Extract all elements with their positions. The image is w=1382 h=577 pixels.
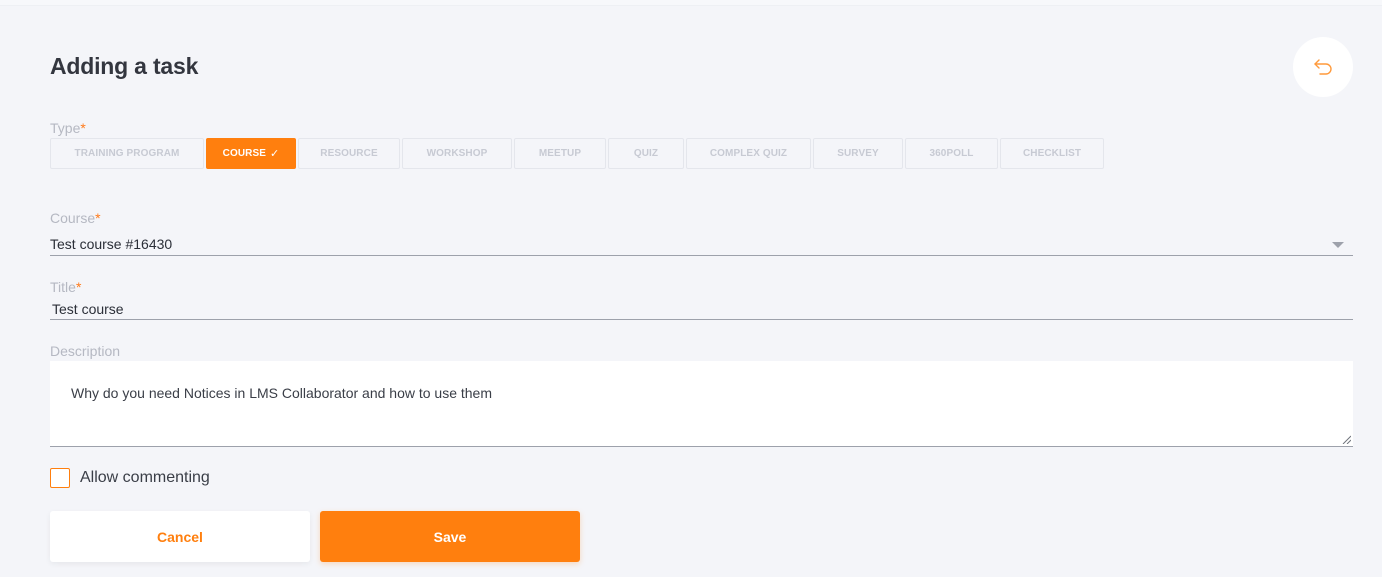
save-button[interactable]: Save — [320, 511, 580, 562]
type-option-quiz[interactable]: QUIZ — [608, 138, 684, 169]
type-label: Type* — [50, 120, 86, 136]
required-mark: * — [95, 210, 101, 226]
type-option-workshop[interactable]: WORKSHOP — [402, 138, 512, 169]
title-input[interactable] — [50, 299, 1353, 320]
description-label: Description — [50, 343, 121, 359]
undo-arrow-icon — [1314, 59, 1332, 75]
type-option-survey[interactable]: SURVEY — [813, 138, 903, 169]
required-mark: * — [80, 120, 86, 136]
course-label: Course* — [50, 210, 101, 226]
dropdown-arrow-icon — [1332, 242, 1344, 248]
allow-commenting-row[interactable]: Allow commenting — [50, 467, 210, 489]
type-option-resource[interactable]: RESOURCE — [298, 138, 400, 169]
type-option-meetup[interactable]: MEETUP — [514, 138, 606, 169]
type-option-training-program[interactable]: TRAINING PROGRAM — [50, 138, 204, 169]
type-option-360poll[interactable]: 360POLL — [905, 138, 998, 169]
back-button[interactable] — [1293, 37, 1353, 97]
allow-commenting-label: Allow commenting — [80, 469, 210, 486]
type-option-checklist[interactable]: CHECKLIST — [1000, 138, 1104, 169]
add-task-page: Adding a task Type* TRAINING PROGRAM COU… — [0, 0, 1382, 577]
cancel-button[interactable]: Cancel — [50, 511, 310, 562]
title-label: Title* — [50, 279, 82, 295]
check-icon: ✓ — [270, 148, 280, 160]
type-option-complex-quiz[interactable]: COMPLEX QUIZ — [686, 138, 811, 169]
course-select-value: Test course #16430 — [50, 236, 173, 252]
allow-commenting-checkbox[interactable] — [50, 468, 70, 488]
description-text: Why do you need Notices in LMS Collabora… — [71, 385, 493, 401]
top-bar — [0, 0, 1382, 6]
course-select[interactable]: Test course #16430 — [50, 234, 1353, 256]
page-title: Adding a task — [50, 53, 199, 79]
type-selector: TRAINING PROGRAM COURSE ✓ RESOURCE WORKSH… — [50, 138, 1106, 169]
description-textarea[interactable]: Why do you need Notices in LMS Collabora… — [50, 361, 1353, 447]
required-mark: * — [75, 279, 82, 295]
type-option-course[interactable]: COURSE ✓ — [206, 138, 296, 169]
resize-handle-icon[interactable] — [1342, 435, 1351, 444]
